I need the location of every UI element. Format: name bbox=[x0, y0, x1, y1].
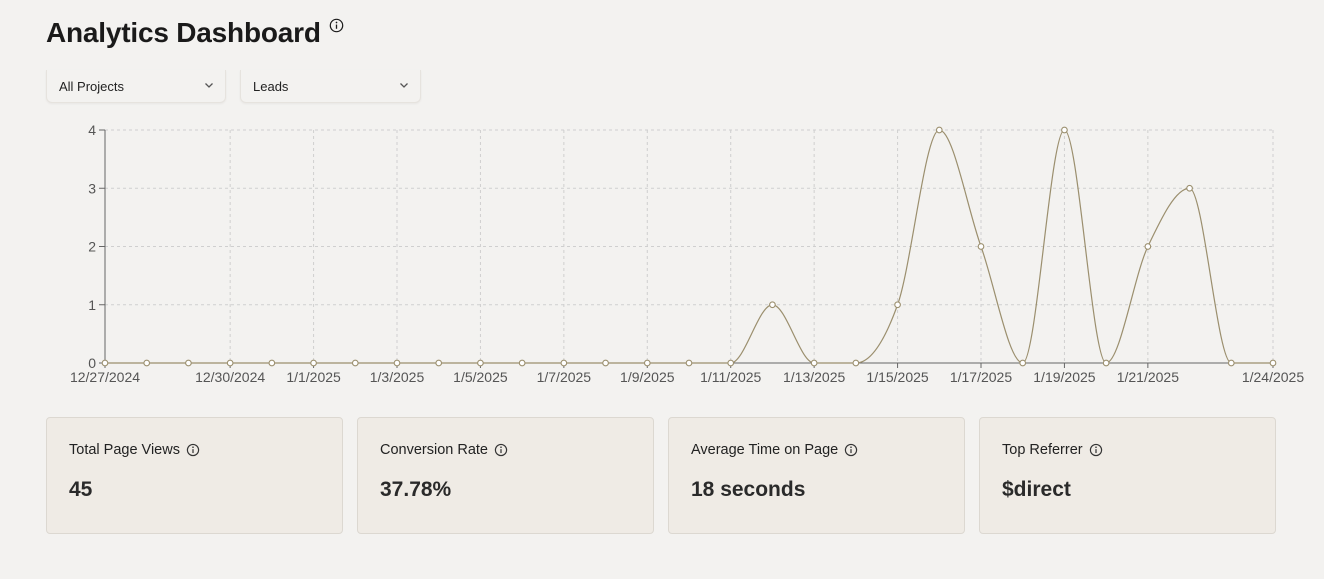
data-point bbox=[351, 359, 359, 367]
y-tick-label: 4 bbox=[88, 122, 96, 138]
x-tick-label: 1/13/2025 bbox=[783, 369, 845, 385]
x-tick-label: 1/1/2025 bbox=[286, 369, 341, 385]
stat-card-value: 37.78% bbox=[380, 478, 452, 501]
data-point bbox=[1019, 359, 1027, 367]
data-point bbox=[977, 243, 985, 250]
data-point bbox=[769, 301, 776, 309]
x-tick-label: 1/21/2025 bbox=[1117, 369, 1179, 385]
data-point bbox=[1269, 359, 1277, 367]
data-point bbox=[643, 359, 651, 367]
x-tick-label: 1/7/2025 bbox=[537, 369, 592, 385]
data-point bbox=[894, 301, 901, 309]
data-point bbox=[518, 359, 526, 367]
y-tick-label: 3 bbox=[88, 180, 96, 196]
data-point bbox=[1186, 184, 1193, 192]
stat-card-label: Conversion Rate bbox=[380, 442, 488, 458]
x-tick-label: 1/9/2025 bbox=[620, 369, 675, 385]
x-tick-label: 1/19/2025 bbox=[1033, 369, 1095, 385]
data-point bbox=[1102, 359, 1110, 367]
stat-card-value: 45 bbox=[69, 478, 93, 501]
stat-card-conversion-rate: Conversion Rate 37.78% bbox=[357, 417, 654, 534]
stat-card-label: Top Referrer bbox=[1002, 442, 1083, 458]
data-point bbox=[1144, 243, 1152, 250]
info-circle-icon[interactable] bbox=[186, 443, 200, 457]
data-point bbox=[393, 359, 401, 367]
x-tick-label: 1/24/2025 bbox=[1242, 369, 1304, 385]
x-tick-label: 1/15/2025 bbox=[866, 369, 928, 385]
y-tick-label: 1 bbox=[88, 297, 96, 313]
x-tick-label: 1/11/2025 bbox=[700, 369, 761, 385]
data-point bbox=[101, 359, 109, 367]
stat-card-value: 18 seconds bbox=[691, 478, 806, 501]
data-point bbox=[685, 359, 693, 367]
y-tick-label: 2 bbox=[88, 239, 96, 255]
x-tick-label: 1/3/2025 bbox=[370, 369, 425, 385]
data-point bbox=[852, 359, 860, 367]
data-point bbox=[268, 359, 276, 367]
stat-card-avg-time: Average Time on Page 18 seconds bbox=[668, 417, 965, 534]
x-tick-label: 12/30/2024 bbox=[195, 369, 265, 385]
x-tick-label: 12/27/2024 bbox=[70, 369, 140, 385]
x-tick-label: 1/5/2025 bbox=[453, 369, 508, 385]
leads-line-chart: 0123412/27/2024 12/30/2024 1/1/2025 1/3/202… bbox=[70, 122, 1304, 385]
stat-card-label: Average Time on Page bbox=[691, 442, 839, 458]
data-point bbox=[727, 359, 735, 367]
info-circle-icon[interactable] bbox=[1089, 443, 1103, 457]
data-point bbox=[435, 359, 443, 367]
stat-card-label: Total Page Views bbox=[69, 442, 180, 458]
data-point bbox=[226, 359, 234, 367]
stat-card-page-views: Total Page Views 45 bbox=[46, 417, 343, 534]
stat-card-top-referrer: Top Referrer $direct bbox=[979, 417, 1276, 534]
data-point bbox=[1061, 126, 1068, 134]
data-point bbox=[560, 359, 568, 367]
data-point bbox=[935, 126, 943, 134]
info-circle-icon[interactable] bbox=[494, 443, 508, 457]
data-point bbox=[477, 359, 484, 367]
data-point bbox=[810, 359, 818, 367]
data-point bbox=[310, 359, 317, 367]
info-circle-icon[interactable] bbox=[844, 443, 858, 457]
stats-cards: Total Page Views 45 Conversion Rate 37.7… bbox=[46, 417, 1276, 534]
x-tick-label: 1/17/2025 bbox=[950, 369, 1012, 385]
data-point bbox=[1227, 359, 1235, 367]
data-point bbox=[143, 359, 151, 367]
data-point bbox=[185, 359, 192, 367]
data-point bbox=[602, 359, 609, 367]
stat-card-value: $direct bbox=[1002, 478, 1071, 501]
